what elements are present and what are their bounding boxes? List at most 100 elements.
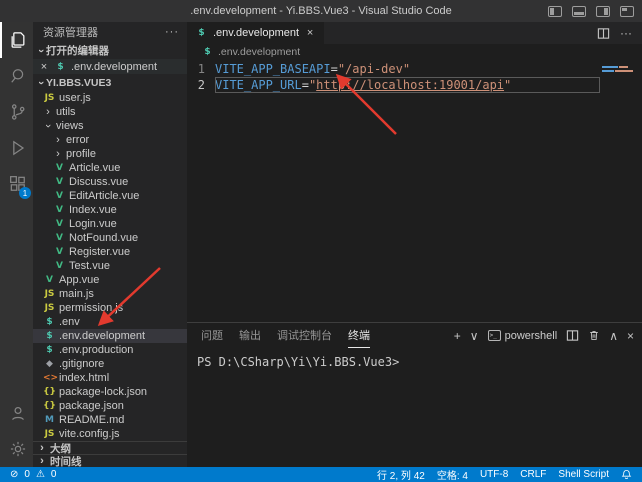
account-icon[interactable] [0,395,33,431]
tree-item[interactable]: JSuser.js [33,91,187,105]
explorer-icon[interactable] [0,22,33,58]
tree-item-label: user.js [59,92,91,104]
code-line-1[interactable]: 1VITE_APP_BASEAPI="/api-dev" [187,61,600,77]
maximize-panel-icon[interactable]: ∧ [609,329,618,343]
code-area: 1VITE_APP_BASEAPI="/api-dev"2VITE_APP_UR… [187,59,642,322]
panel-tab[interactable]: 问题 [201,323,223,348]
tree-item[interactable]: JSvite.config.js [33,427,187,441]
tree-item[interactable]: $.env [33,315,187,329]
tree-item-label: .env.development [59,330,145,342]
new-terminal-icon[interactable]: + [454,329,461,343]
tree-item[interactable]: <>index.html [33,371,187,385]
chevron-expanded-icon: › [35,46,47,56]
warnings-icon: ⚠ [36,469,45,480]
tree-item[interactable]: ›views [33,119,187,133]
tree-item-label: App.vue [59,274,99,286]
tree-item[interactable]: ›error [33,133,187,147]
panel-tab[interactable]: 调试控制台 [277,323,332,348]
code-line-2[interactable]: 2VITE_APP_URL="http://localhost:19001/ap… [187,77,600,93]
tree-item[interactable]: VEditArticle.vue [33,189,187,203]
chevron-collapsed-icon: › [53,148,63,160]
chevron-collapsed-icon: › [53,134,63,146]
split-terminal-icon[interactable] [566,329,579,342]
close-icon[interactable]: × [38,61,50,73]
activity-bar: 1 [0,22,33,467]
terminal-content[interactable]: PS D:\CSharp\Yi\Yi.BBS.Vue3> [187,348,642,467]
cursor-position[interactable]: 行 2, 列 42 [377,467,425,482]
indentation[interactable]: 空格: 4 [437,467,468,482]
minimap-line [602,70,638,72]
source-control-icon[interactable] [0,94,33,130]
tree-item[interactable]: ›profile [33,147,187,161]
tree-item[interactable]: VDiscuss.vue [33,175,187,189]
sidebar-more-actions-icon[interactable]: ··· [165,26,179,38]
git-file-icon: ◆ [43,359,56,369]
tree-item-label: .env.production [59,344,133,356]
panel-tab[interactable]: 输出 [239,323,261,348]
settings-gear-icon[interactable] [0,431,33,467]
chevron-collapsed-icon: › [37,455,47,467]
timeline-section-header[interactable]: › 时间线 [33,454,187,467]
panel-tab[interactable]: 终端 [348,323,370,348]
tree-item-label: index.html [59,372,109,384]
tree-item[interactable]: JSmain.js [33,287,187,301]
tree-item[interactable]: VArticle.vue [33,161,187,175]
chevron-expanded-icon: › [35,78,47,88]
tree-item-label: EditArticle.vue [69,190,139,202]
editor-actions: ··· [597,22,642,44]
run-debug-icon[interactable] [0,130,33,166]
outline-section-header[interactable]: › 大纲 [33,441,187,454]
toggle-secondary-sidebar-icon[interactable] [596,6,610,17]
open-editor-item[interactable]: × $ .env.development [33,59,187,74]
extensions-icon[interactable]: 1 [0,166,33,202]
explorer-sidebar: 资源管理器 ··· › 打开的编辑器 × $ .env.development … [33,22,187,467]
title-bar: .env.development - Yi.BBS.Vue3 - Visual … [0,0,642,22]
tree-item[interactable]: ›utils [33,105,187,119]
line-content: VITE_APP_BASEAPI="/api-dev" [215,61,600,77]
problems-status[interactable]: ⊘ 0 ⚠ 0 [10,469,56,480]
encoding[interactable]: UTF-8 [480,469,508,480]
errors-count: 0 [24,469,30,480]
tree-item[interactable]: VApp.vue [33,273,187,287]
status-bar: ⊘ 0 ⚠ 0 行 2, 列 42 空格: 4 UTF-8 CRLF Shell… [0,467,642,482]
toggle-primary-sidebar-icon[interactable] [548,6,562,17]
minimap[interactable] [600,61,642,322]
tree-item-label: profile [66,148,96,160]
tree-item[interactable]: VIndex.vue [33,203,187,217]
tree-item[interactable]: VTest.vue [33,259,187,273]
tree-item[interactable]: VLogin.vue [33,217,187,231]
vue-file-icon: V [53,247,66,257]
warnings-count: 0 [51,469,57,480]
tree-item[interactable]: VRegister.vue [33,245,187,259]
tree-item[interactable]: JSpermission.js [33,301,187,315]
breadcrumb[interactable]: $ .env.development [187,44,642,59]
tree-item[interactable]: MREADME.md [33,413,187,427]
customize-layout-icon[interactable] [620,6,634,17]
kill-terminal-trash-icon[interactable] [588,329,600,342]
more-actions-icon[interactable]: ··· [620,26,632,40]
language-mode[interactable]: Shell Script [558,469,609,480]
tab-env-development[interactable]: $ .env.development × [187,22,324,44]
eol-sequence[interactable]: CRLF [520,469,546,480]
tree-item[interactable]: VNotFound.vue [33,231,187,245]
notifications-bell-icon[interactable] [621,469,632,480]
tab-close-icon[interactable]: × [304,27,316,39]
split-editor-icon[interactable] [597,27,610,40]
tree-item[interactable]: $.env.production [33,343,187,357]
tab-label: .env.development [213,27,299,39]
tree-item[interactable]: $.env.development [33,329,187,343]
file-tree: JSuser.js›utils›views›error›profileVArti… [33,91,187,441]
extensions-badge: 1 [19,187,31,199]
html-file-icon: <> [43,373,56,383]
tree-item[interactable]: {}package-lock.json [33,385,187,399]
tree-item[interactable]: ◆.gitignore [33,357,187,371]
tree-item[interactable]: {}package.json [33,399,187,413]
close-panel-icon[interactable]: × [627,329,634,343]
open-editors-header[interactable]: › 打开的编辑器 [33,42,187,59]
toggle-panel-icon[interactable] [572,6,586,17]
project-root-header[interactable]: › YI.BBS.VUE3 [33,74,187,91]
json-file-icon: {} [43,387,56,397]
terminal-instance-powershell[interactable]: >_ powershell [488,330,558,342]
search-icon[interactable] [0,58,33,94]
terminal-profile-dropdown-icon[interactable]: ∨ [470,329,479,343]
